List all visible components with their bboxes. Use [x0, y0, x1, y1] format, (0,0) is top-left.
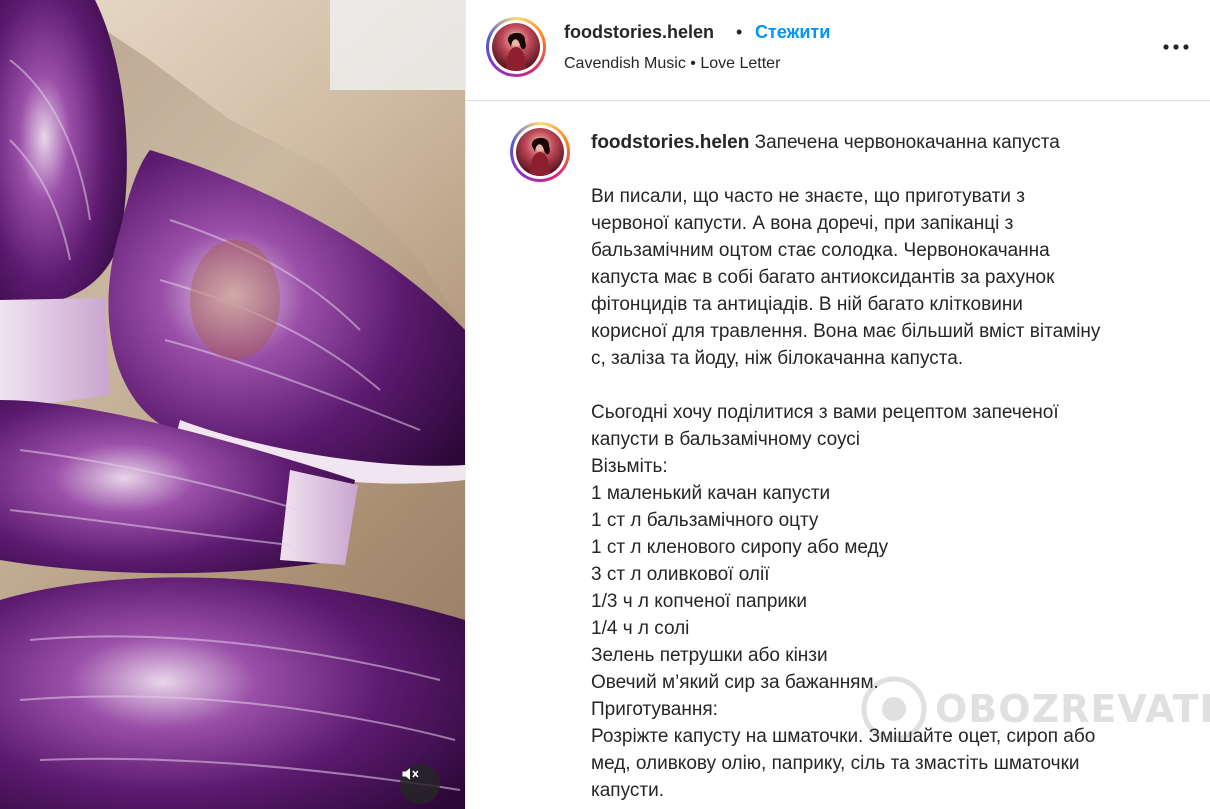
post-media[interactable]: [0, 0, 465, 809]
caption-avatar[interactable]: [510, 122, 570, 182]
separator-dot: •: [736, 22, 743, 42]
ingredient-item: 1 ст л кленового сиропу або меду: [591, 537, 889, 558]
speaker-muted-icon: [402, 768, 419, 780]
more-options-button[interactable]: [1156, 32, 1196, 62]
caption-line: капуста має в собі багато антиоксидантів…: [591, 267, 1055, 288]
ingredient-item: 1 ст л бальзамічного оцту: [591, 510, 819, 531]
follow-button[interactable]: Стежити: [755, 22, 830, 43]
audio-artist[interactable]: Cavendish Music: [564, 55, 686, 72]
ingredient-item: 1/3 ч л копченої паприки: [591, 591, 807, 612]
audio-separator: •: [690, 55, 696, 72]
ingredient-item: 1/4 ч л солі: [591, 618, 690, 639]
ingredient-item: Овечий м’який сир за бажанням.: [591, 672, 879, 693]
caption-line: Приготування:: [591, 699, 718, 720]
ingredient-item: 3 ст л оливкової олії: [591, 564, 770, 585]
caption-line: корисної для травлення. Вона має більший…: [591, 321, 1101, 342]
caption-line: червоної капусти. А вона доречі, при зап…: [591, 213, 1014, 234]
caption-line: Візьміть:: [591, 456, 668, 477]
caption-recipe: Сьогодні хочу поділитися з вами рецептом…: [591, 399, 1161, 804]
audio-attribution[interactable]: Cavendish Music • Love Letter: [564, 55, 780, 73]
caption-text: foodstories.helen Запечена червонокачанн…: [591, 129, 1161, 804]
caption-line: фітонцидів та антиціадів. В ній багато к…: [591, 294, 1023, 315]
caption-section: foodstories.helen Запечена червонокачанн…: [466, 101, 1210, 809]
caption-intro: Ви писали, що часто не знаєте, що пригот…: [591, 183, 1161, 372]
caption-title: Запечена червонокачанна капуста: [754, 132, 1060, 153]
caption-line: Ви писали, що часто не знаєте, що пригот…: [591, 186, 1025, 207]
caption-line: капусти в бальзамічному соусі: [591, 429, 860, 450]
ingredient-item: Зелень петрушки або кінзи: [591, 645, 828, 666]
caption-username[interactable]: foodstories.helen: [591, 132, 749, 153]
audio-track[interactable]: Love Letter: [700, 55, 780, 72]
post-header: foodstories.helen • Стежити Cavendish Mu…: [466, 0, 1210, 101]
caption-line: Розріжте капусту на шматочки. Змішайте о…: [591, 726, 1096, 747]
mute-button[interactable]: [400, 764, 440, 804]
profile-photo: [516, 128, 564, 176]
caption-line: Сьогодні хочу поділитися з вами рецептом…: [591, 402, 1059, 423]
post-details-panel: foodstories.helen • Стежити Cavendish Mu…: [465, 0, 1210, 809]
caption-line: с, заліза та йоду, ніж білокачанна капус…: [591, 348, 964, 369]
profile-photo: [492, 23, 540, 71]
red-cabbage-photo: [0, 0, 465, 809]
header-username[interactable]: foodstories.helen: [564, 22, 714, 43]
ingredient-item: 1 маленький качан капусти: [591, 483, 831, 504]
caption-line: мед, оливкову олію, паприку, сіль та зма…: [591, 753, 1080, 774]
caption-line: капусти.: [591, 780, 664, 801]
more-horizontal-icon: [1163, 44, 1189, 50]
avatar[interactable]: [486, 17, 546, 77]
caption-line: бальзамічним оцтом стає солодка. Червоно…: [591, 240, 1050, 261]
